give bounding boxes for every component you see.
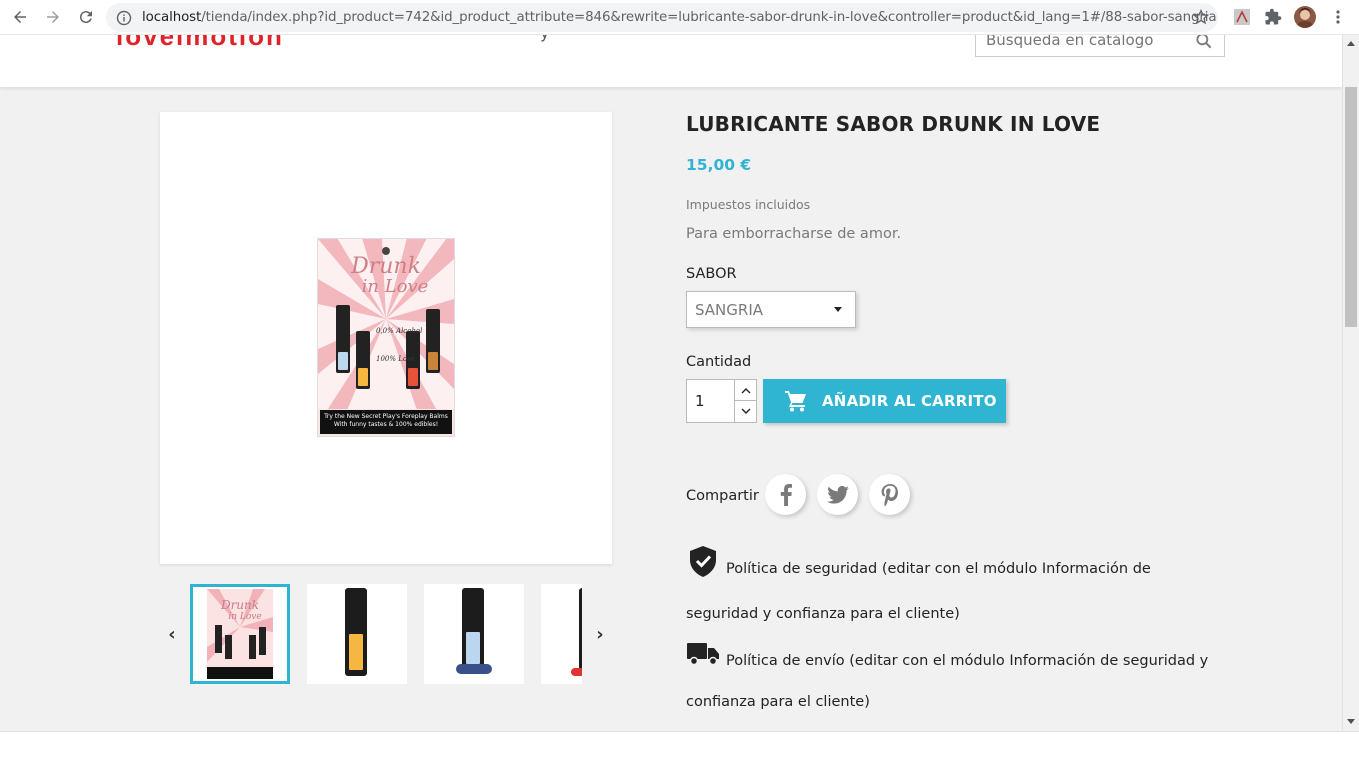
variant-selected-value: SANGRIA [695,300,764,319]
profile-avatar[interactable] [1294,6,1316,28]
twitter-share-icon[interactable] [817,474,858,515]
top-menu[interactable]: y [540,35,549,42]
variant-select[interactable]: SANGRIA [686,291,856,328]
poster-love-text: 100% Love [376,355,416,363]
search-widget [975,35,1225,57]
star-icon[interactable] [1192,8,1210,30]
thumbnail-strip: Drunk in Love [190,583,582,685]
product-title: LUBRICANTE SABOR DRUNK IN LOVE [686,112,1101,136]
bottom-area [0,731,1359,765]
poster-bottle [356,331,370,389]
page-viewport: lovelmotion y [0,35,1342,731]
product-poster: Drunk in Love 0,0% Alcohol 100% Love Try… [317,238,455,437]
thumbnail-poster-image: Drunk in Love [207,589,273,679]
variant-label: SABOR [686,266,737,282]
thumbnail-3[interactable] [424,584,524,684]
forward-icon[interactable] [37,1,69,33]
thumbnail-4[interactable] [541,584,582,684]
info-icon[interactable] [106,10,142,26]
quantity-increase-icon[interactable] [734,380,756,401]
poster-title: Drunk in Love [351,254,429,297]
thumbnail-prev-icon[interactable]: ‹ [162,624,182,645]
quantity-decrease-icon[interactable] [734,401,756,422]
extensions-icon[interactable] [1262,6,1284,28]
tax-note: Impuestos incluidos [686,197,811,212]
shopping-cart-icon [784,390,808,412]
quantity-stepper [686,379,757,423]
reassurance-shipping: Política de envío (editar con el módulo … [686,640,1226,722]
product-description: Para emborracharse de amor. [686,226,902,242]
scroll-thumb[interactable] [1345,87,1357,327]
pinterest-share-icon[interactable] [869,474,910,515]
shield-check-icon [686,544,720,594]
product-cover-image[interactable]: Drunk in Love 0,0% Alcohol 100% Love Try… [160,112,612,564]
menu-icon[interactable] [1327,6,1349,28]
chevron-down-icon [834,307,842,312]
poster-bottle [336,305,350,373]
site-header: lovelmotion y [0,35,1342,87]
site-logo[interactable]: lovelmotion [116,35,284,52]
reload-icon[interactable] [70,1,102,33]
search-icon[interactable] [1194,35,1214,55]
add-to-cart-label: AÑADIR AL CARRITO [822,392,997,410]
quantity-input[interactable] [687,380,734,422]
pdf-extension-icon[interactable] [1231,6,1253,28]
facebook-share-icon[interactable] [765,474,806,515]
scroll-up-icon[interactable] [1347,41,1355,46]
browser-toolbar: localhost/tienda/index.php?id_product=74… [0,0,1359,35]
svg-text:Drunk: Drunk [220,598,259,612]
svg-text:in Love: in Love [228,612,261,622]
poster-alcohol-text: 0,0% Alcohol [376,327,423,335]
thumbnail-1[interactable]: Drunk in Love [190,584,290,684]
address-bar[interactable]: localhost/tienda/index.php?id_product=74… [106,3,1218,32]
thumbnail-next-icon[interactable]: › [590,624,610,645]
url-text: localhost/tienda/index.php?id_product=74… [142,10,1217,25]
poster-band: Try the New Secret Play's Foreplay Balms… [320,410,452,434]
reassurance-security: Política de seguridad (editar con el mód… [686,544,1226,634]
back-icon[interactable] [4,1,36,33]
truck-icon [686,640,720,682]
search-input[interactable] [986,35,1186,49]
quantity-label: Cantidad [686,354,752,370]
thumbnail-2[interactable] [307,584,407,684]
product-price: 15,00 € [686,156,752,174]
poster-bottle [426,309,440,373]
add-to-cart-button[interactable]: AÑADIR AL CARRITO [763,379,1006,423]
scroll-down-icon[interactable] [1347,719,1355,724]
share-label: Compartir [686,488,759,504]
page-scrollbar[interactable] [1342,35,1359,731]
